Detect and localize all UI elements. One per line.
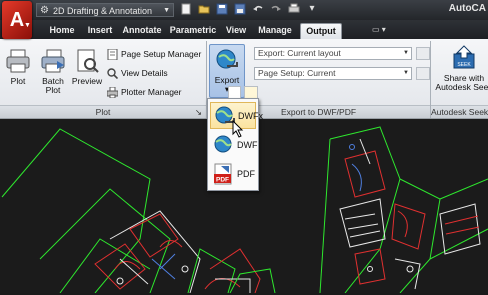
share-label-2: Autodesk Seek — [435, 82, 488, 92]
batch-plot-button[interactable]: Batch Plot — [38, 49, 68, 95]
export-panel-title: Export to DWF/PDF — [280, 107, 357, 117]
plotter-icon — [107, 87, 118, 99]
menu-item-label: DWF — [237, 140, 258, 150]
page-setup-select[interactable]: Page Setup: Current ▼ — [254, 67, 412, 80]
tab-annotate[interactable]: Annotate — [120, 23, 164, 39]
share-with-seek-button[interactable]: SEEK Share with Autodesk Seek — [434, 44, 488, 92]
plot-panel-title: Plot — [95, 107, 111, 117]
print-icon[interactable] — [288, 3, 300, 15]
plotter-manager-label: Plotter Manager — [121, 87, 182, 97]
quick-access-toolbar: ▾ — [180, 3, 318, 17]
pdf-file-icon: PDF — [214, 163, 232, 185]
menu-item-pdf[interactable]: PDF PDF — [210, 161, 256, 188]
save-as-icon[interactable] — [234, 3, 246, 15]
plot-panel-footer[interactable]: Plot ↘ — [0, 105, 206, 118]
plot-button[interactable]: Plot — [4, 49, 32, 86]
export-layout-select[interactable]: Export: Current layout ▼ — [254, 47, 412, 60]
mouse-cursor-icon — [232, 120, 244, 138]
page-setup-override-icon[interactable] — [416, 67, 430, 80]
preview-button[interactable]: Preview — [70, 49, 104, 86]
tab-home[interactable]: Home — [44, 23, 80, 39]
batch-plot-label-2: Plot — [45, 85, 61, 95]
chevron-down-icon: ▼ — [24, 22, 31, 29]
svg-text:SEEK: SEEK — [457, 62, 471, 68]
dialog-launcher-icon[interactable]: ↘ — [195, 106, 202, 118]
export-options-icon[interactable] — [416, 47, 430, 60]
page-setup-icon — [107, 49, 118, 61]
workspace-label: 2D Drafting & Annotation — [53, 6, 153, 16]
seek-panel-title: Autodesk Seek — [431, 107, 488, 117]
app-title: AutoCA — [448, 3, 486, 14]
application-menu-button[interactable]: A — [2, 1, 32, 39]
menu-item-label: PDF — [237, 169, 255, 179]
preview-label: Preview — [71, 76, 103, 86]
export-globe-icon — [216, 49, 238, 69]
save-icon[interactable] — [216, 3, 228, 15]
view-details-icon — [107, 68, 118, 80]
export-layout-value: Export: Current layout — [258, 48, 341, 58]
page-setup-value: Page Setup: Current — [258, 68, 336, 78]
seek-share-icon: SEEK — [453, 45, 475, 69]
plotter-manager-button[interactable]: Plotter Manager — [107, 86, 181, 99]
preview-icon — [77, 49, 99, 73]
workspace-selector[interactable]: ⚙ 2D Drafting & Annotation ▼ — [36, 3, 174, 17]
batch-printer-icon — [41, 49, 65, 73]
title-bar: ⚙ 2D Drafting & Annotation ▼ ▾ AutoCA — [0, 0, 488, 20]
page-setup-manager-button[interactable]: Page Setup Manager — [107, 48, 201, 61]
new-file-icon[interactable] — [180, 3, 192, 15]
chevron-down-icon: ▼ — [403, 70, 409, 76]
logo-letter: A — [9, 9, 25, 31]
qat-dropdown-icon[interactable]: ▾ — [306, 3, 318, 15]
ribbon-tab-bar: Home Insert Annotate Parametric View Man… — [0, 20, 488, 39]
view-details-button[interactable]: View Details — [107, 67, 168, 80]
export-dropdown-menu: DWFx DWF PDF PDF — [207, 98, 263, 191]
tab-manage[interactable]: Manage — [256, 23, 294, 39]
view-details-label: View Details — [121, 68, 168, 78]
pdf-icon-text: PDF — [216, 177, 229, 184]
redo-icon[interactable] — [270, 3, 282, 15]
tab-insert[interactable]: Insert — [84, 23, 116, 39]
page-setup-manager-label: Page Setup Manager — [121, 49, 202, 59]
plot-label: Plot — [10, 76, 26, 86]
gear-icon: ⚙ — [40, 5, 49, 16]
chevron-down-icon: ▼ — [403, 50, 409, 56]
seek-panel-footer: Autodesk Seek — [431, 105, 488, 118]
tab-output[interactable]: Output — [300, 23, 342, 39]
open-folder-icon[interactable] — [198, 3, 210, 15]
chevron-down-icon: ▼ — [163, 7, 170, 14]
printer-icon — [6, 49, 30, 73]
tab-view[interactable]: View — [222, 23, 250, 39]
undo-icon[interactable] — [252, 3, 264, 15]
tab-parametric[interactable]: Parametric — [168, 23, 218, 39]
ribbon-minimize-icon[interactable]: ▭ ▾ — [372, 25, 386, 34]
